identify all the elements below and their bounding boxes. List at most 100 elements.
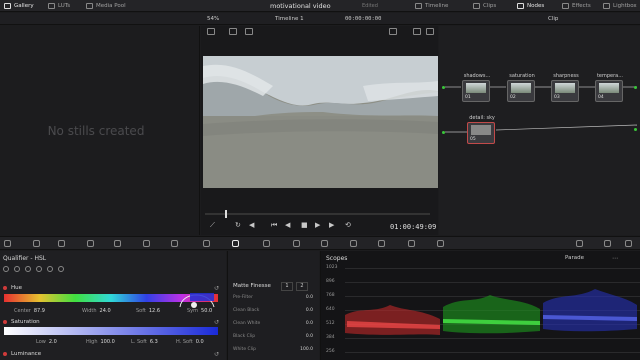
feather-plus-icon[interactable]: [47, 266, 53, 272]
viewer-options-icon[interactable]: [426, 28, 434, 35]
blur-icon[interactable]: [350, 240, 357, 247]
camera-raw-icon[interactable]: [4, 240, 11, 247]
hdr-icon[interactable]: [87, 240, 94, 247]
node-03[interactable]: sharpness 03: [551, 73, 579, 108]
saturation-range-bar[interactable]: [4, 327, 218, 335]
lightbox-button[interactable]: Lightbox: [603, 2, 637, 10]
picker-icon[interactable]: [3, 266, 9, 272]
matte-value: 0.0: [305, 334, 313, 339]
node-05[interactable]: detail: sky 05: [467, 115, 495, 150]
clip-dropdown[interactable]: Clip: [548, 16, 558, 22]
loop-playback-icon[interactable]: ⟲: [345, 221, 351, 229]
parade-waveform: [345, 289, 637, 335]
node-01[interactable]: shadows... 01: [462, 73, 490, 108]
zoom-dropdown[interactable]: 54%: [207, 16, 219, 22]
timecode-top: 00:00:00:00: [345, 16, 382, 22]
saturation-reset-icon[interactable]: ↺: [214, 319, 219, 326]
wipe-icon[interactable]: [389, 28, 397, 35]
matte-label: Clean Black: [233, 308, 260, 313]
nodes-icon: [517, 3, 524, 9]
reset-qualifier-icon[interactable]: [58, 266, 64, 272]
rgb-mixer-icon[interactable]: [114, 240, 121, 247]
luts-button[interactable]: LUTs: [48, 2, 70, 10]
param-label: Soft: [136, 308, 146, 314]
info-icon[interactable]: [625, 240, 632, 247]
gallery-button[interactable]: Gallery: [4, 2, 34, 10]
curves-icon[interactable]: [171, 240, 178, 247]
hue-sym[interactable]: Sym 50.0: [187, 308, 212, 314]
timeline-dropdown[interactable]: Timeline 1: [275, 16, 304, 22]
viewer-frame[interactable]: [203, 56, 438, 188]
hue-center[interactable]: Center 87.9: [14, 308, 45, 314]
cinema-mode-icon[interactable]: [413, 28, 421, 35]
timeline-icon: [415, 3, 422, 9]
feather-minus-icon[interactable]: [36, 266, 42, 272]
nodes-button[interactable]: Nodes: [517, 2, 544, 10]
window-icon[interactable]: [263, 240, 270, 247]
hue-selection-handle[interactable]: [176, 287, 218, 309]
node-input-dot[interactable]: [442, 86, 445, 89]
matte-row-clean-black[interactable]: Clean Black 0.0: [233, 308, 313, 313]
node-output-dot-2[interactable]: [634, 128, 637, 131]
magic-mask-icon[interactable]: [321, 240, 328, 247]
effects-button[interactable]: Effects: [562, 2, 591, 10]
timeline-button[interactable]: Timeline: [415, 2, 448, 10]
clips-button[interactable]: Clips: [473, 2, 496, 10]
luminance-reset-icon[interactable]: ↺: [214, 351, 219, 358]
viewer-scrub-bar[interactable]: [205, 213, 430, 215]
scopes-title: Scopes: [326, 255, 348, 262]
key-icon[interactable]: [378, 240, 385, 247]
qualifier-icon[interactable]: [232, 240, 239, 247]
stop-icon[interactable]: ■: [301, 221, 308, 229]
sat-lsoft[interactable]: L. Soft 6.3: [131, 339, 158, 345]
3d-icon[interactable]: [437, 240, 444, 247]
timeline-label: Timeline: [425, 3, 449, 9]
color-wheels-icon[interactable]: [58, 240, 65, 247]
hue-width[interactable]: Width 24.0: [82, 308, 111, 314]
matte-tab-2[interactable]: 2: [296, 282, 308, 291]
matte-row-white-clip[interactable]: White Clip 100.0: [233, 347, 313, 352]
color-warper-icon[interactable]: [203, 240, 210, 247]
media-pool-button[interactable]: Media Pool: [86, 2, 126, 10]
step-forward-icon[interactable]: ▶: [329, 221, 334, 229]
scope-mode-dropdown[interactable]: Parade: [565, 255, 584, 261]
matte-row-prefilter[interactable]: Pre-Filter 0.0: [233, 295, 313, 300]
play-icon[interactable]: ▶: [315, 221, 320, 229]
node-04[interactable]: tempera... 04: [595, 73, 623, 108]
color-match-icon[interactable]: [33, 240, 40, 247]
node-thumbnail: [599, 83, 619, 93]
matte-finesse-title: Matte Finesse: [233, 283, 271, 289]
qualifier-title: Qualifier - HSL: [3, 255, 47, 262]
luminance-header: Luminance: [3, 351, 41, 357]
split-screen-icon[interactable]: [229, 28, 237, 35]
sat-hsoft[interactable]: H. Soft 0.0: [176, 339, 204, 345]
scopes-icon[interactable]: [604, 240, 611, 247]
node-input-dot-2[interactable]: [442, 131, 445, 134]
sat-high[interactable]: High 100.0: [86, 339, 115, 345]
viewer-mode-icon[interactable]: [207, 28, 215, 35]
node-02[interactable]: saturation 02: [507, 73, 535, 108]
tracker-icon[interactable]: [293, 240, 300, 247]
sat-low[interactable]: Low 2.0: [36, 339, 57, 345]
playhead[interactable]: [225, 210, 227, 218]
node-thumbnail: [555, 83, 575, 93]
sizing-icon[interactable]: [408, 240, 415, 247]
loop-icon[interactable]: ↻: [235, 221, 241, 229]
matte-tab-1[interactable]: 1: [281, 282, 293, 291]
picker-icon[interactable]: ⟋: [210, 221, 215, 230]
go-start-icon[interactable]: ⏮: [271, 221, 277, 230]
step-back-icon[interactable]: ◀: [285, 221, 290, 229]
motion-effects-icon[interactable]: [143, 240, 150, 247]
hue-soft[interactable]: Soft 12.6: [136, 308, 160, 314]
waveform-toggle-icon[interactable]: [576, 240, 583, 247]
node-thumbnail: [511, 83, 531, 93]
param-label: H. Soft: [176, 339, 193, 345]
matte-row-black-clip[interactable]: Black Clip 0.0: [233, 334, 313, 339]
volume-icon[interactable]: ◀: [249, 221, 254, 229]
picker-plus-icon[interactable]: [25, 266, 31, 272]
highlight-icon[interactable]: [245, 28, 253, 35]
matte-row-clean-white[interactable]: Clean White 0.0: [233, 321, 313, 326]
scope-options-icon[interactable]: ⋯: [612, 255, 618, 262]
picker-minus-icon[interactable]: [14, 266, 20, 272]
node-output-dot[interactable]: [634, 86, 637, 89]
